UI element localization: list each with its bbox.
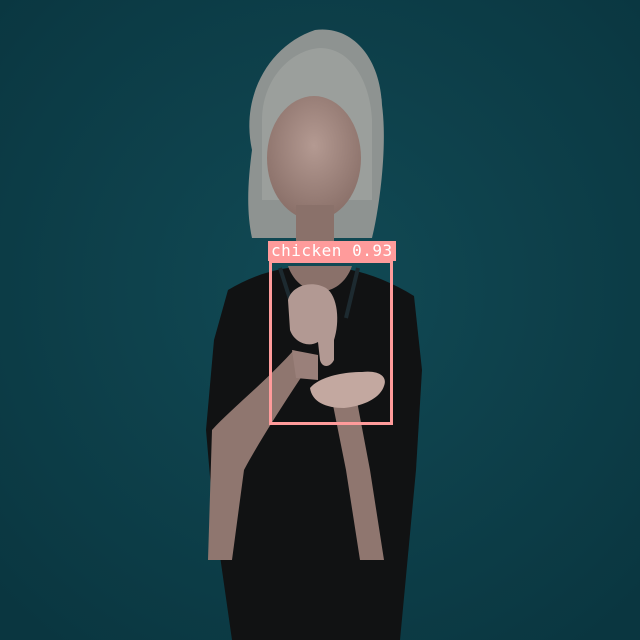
video-frame: chicken 0.93: [0, 0, 640, 640]
detection-label: chicken 0.93: [268, 241, 396, 261]
face: [267, 96, 361, 220]
detection-bounding-box: [269, 260, 393, 425]
